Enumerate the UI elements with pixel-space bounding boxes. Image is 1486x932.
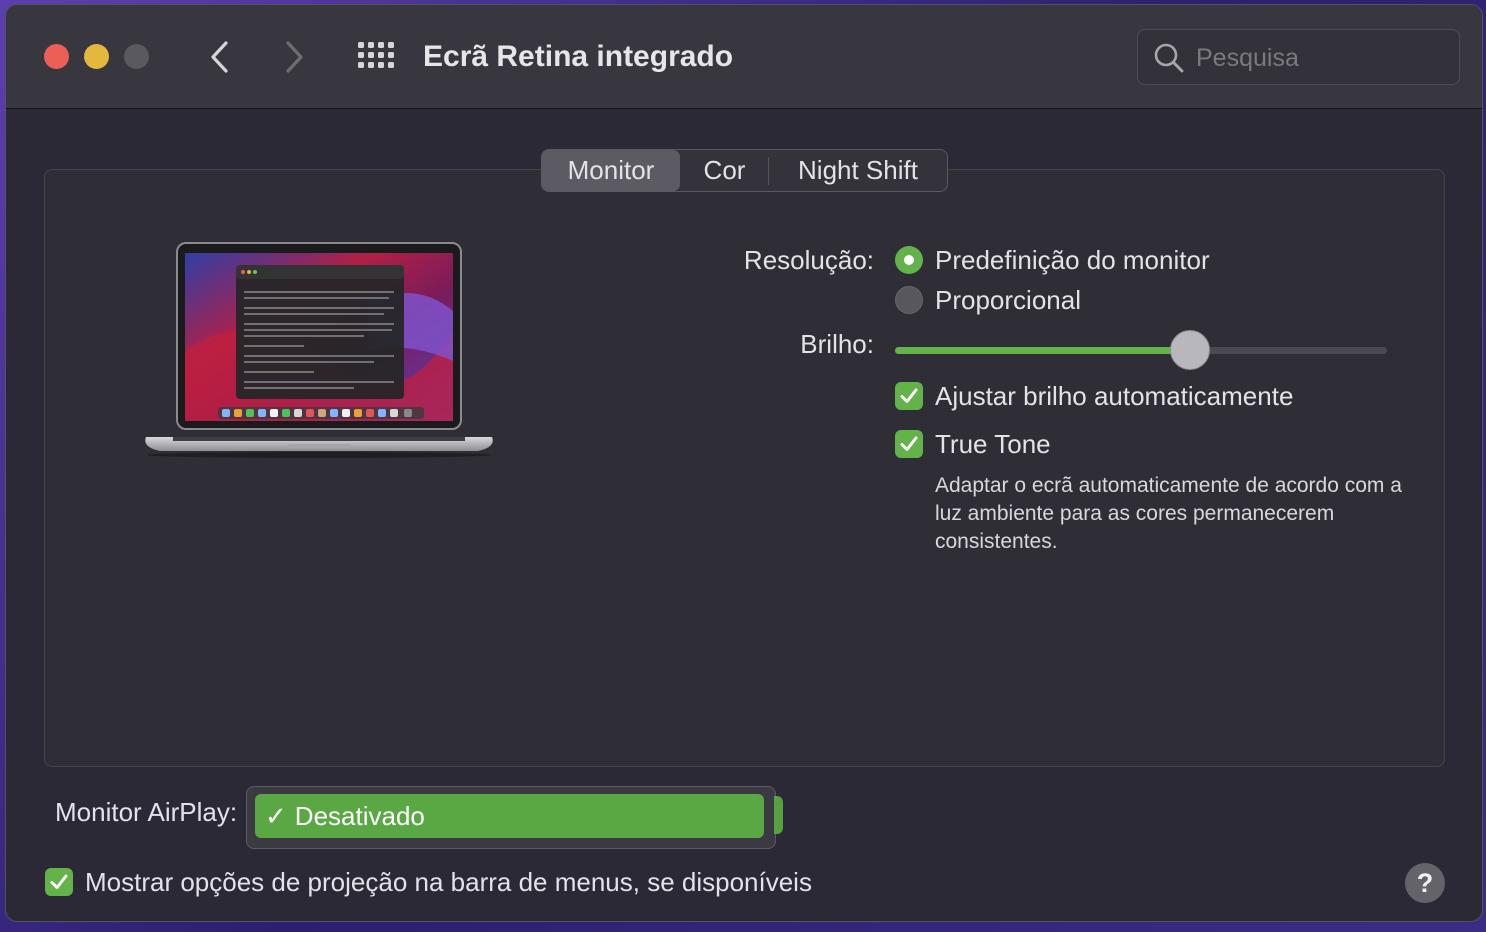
checkmark-icon xyxy=(50,874,68,889)
minimize-button[interactable] xyxy=(84,44,109,69)
laptop-illustration xyxy=(145,242,493,458)
true-tone-checkbox[interactable] xyxy=(895,430,923,458)
airplay-menu-item-label: Desativado xyxy=(294,801,425,831)
close-button[interactable] xyxy=(44,44,69,69)
back-button[interactable] xyxy=(202,37,238,77)
window-title: Ecrã Retina integrado xyxy=(423,40,734,73)
radio-default-resolution[interactable] xyxy=(895,246,923,274)
tab-bar: Monitor Cor Night Shift xyxy=(541,149,948,192)
true-tone-label[interactable]: True Tone xyxy=(935,427,1051,461)
auto-brightness-checkbox[interactable] xyxy=(895,382,923,410)
titlebar: Ecrã Retina integrado xyxy=(6,5,1482,109)
grid-icon xyxy=(358,42,394,68)
preferences-window: Ecrã Retina integrado Monitor Cor Night … xyxy=(5,4,1483,922)
tab-night-shift[interactable]: Night Shift xyxy=(769,150,947,191)
show-all-button[interactable] xyxy=(356,39,394,77)
brightness-slider-fill xyxy=(895,347,1191,354)
checkmark-icon: ✓ xyxy=(265,801,287,831)
brightness-slider[interactable] xyxy=(895,330,1387,370)
zoom-button[interactable] xyxy=(124,44,149,69)
airplay-menu-item-off[interactable]: ✓ Desativado xyxy=(255,794,764,838)
help-icon: ? xyxy=(1416,868,1434,898)
chevron-left-icon xyxy=(211,41,228,73)
checkmark-icon xyxy=(900,436,918,451)
chevron-right-icon xyxy=(286,41,303,73)
forward-button[interactable] xyxy=(276,37,312,77)
true-tone-description: Adaptar o ecrã automaticamente de acordo… xyxy=(935,474,1402,553)
radio-default-resolution-label[interactable]: Predefinição do monitor xyxy=(935,243,1210,277)
mirroring-options-label[interactable]: Mostrar opções de projeção na barra de m… xyxy=(85,865,812,899)
radio-scaled-resolution[interactable] xyxy=(895,286,923,314)
checkmark-icon xyxy=(900,388,918,403)
search-icon xyxy=(1154,43,1184,73)
help-button[interactable]: ? xyxy=(1405,863,1445,903)
auto-brightness-label[interactable]: Ajustar brilho automaticamente xyxy=(935,379,1293,413)
tab-divider xyxy=(768,157,769,185)
airplay-label: Monitor AirPlay: xyxy=(55,797,238,827)
tab-monitor[interactable]: Monitor xyxy=(542,150,680,191)
mirroring-options-checkbox[interactable] xyxy=(45,868,73,896)
radio-scaled-resolution-label[interactable]: Proporcional xyxy=(935,283,1081,317)
search-field[interactable] xyxy=(1137,29,1460,85)
brightness-slider-knob[interactable] xyxy=(1170,330,1211,370)
resolution-label: Resolução: xyxy=(743,245,874,275)
airplay-popup-button-edge[interactable] xyxy=(774,796,783,834)
tab-color[interactable]: Cor xyxy=(680,150,769,191)
brightness-label: Brilho: xyxy=(800,329,874,359)
search-input[interactable] xyxy=(1196,38,1446,78)
